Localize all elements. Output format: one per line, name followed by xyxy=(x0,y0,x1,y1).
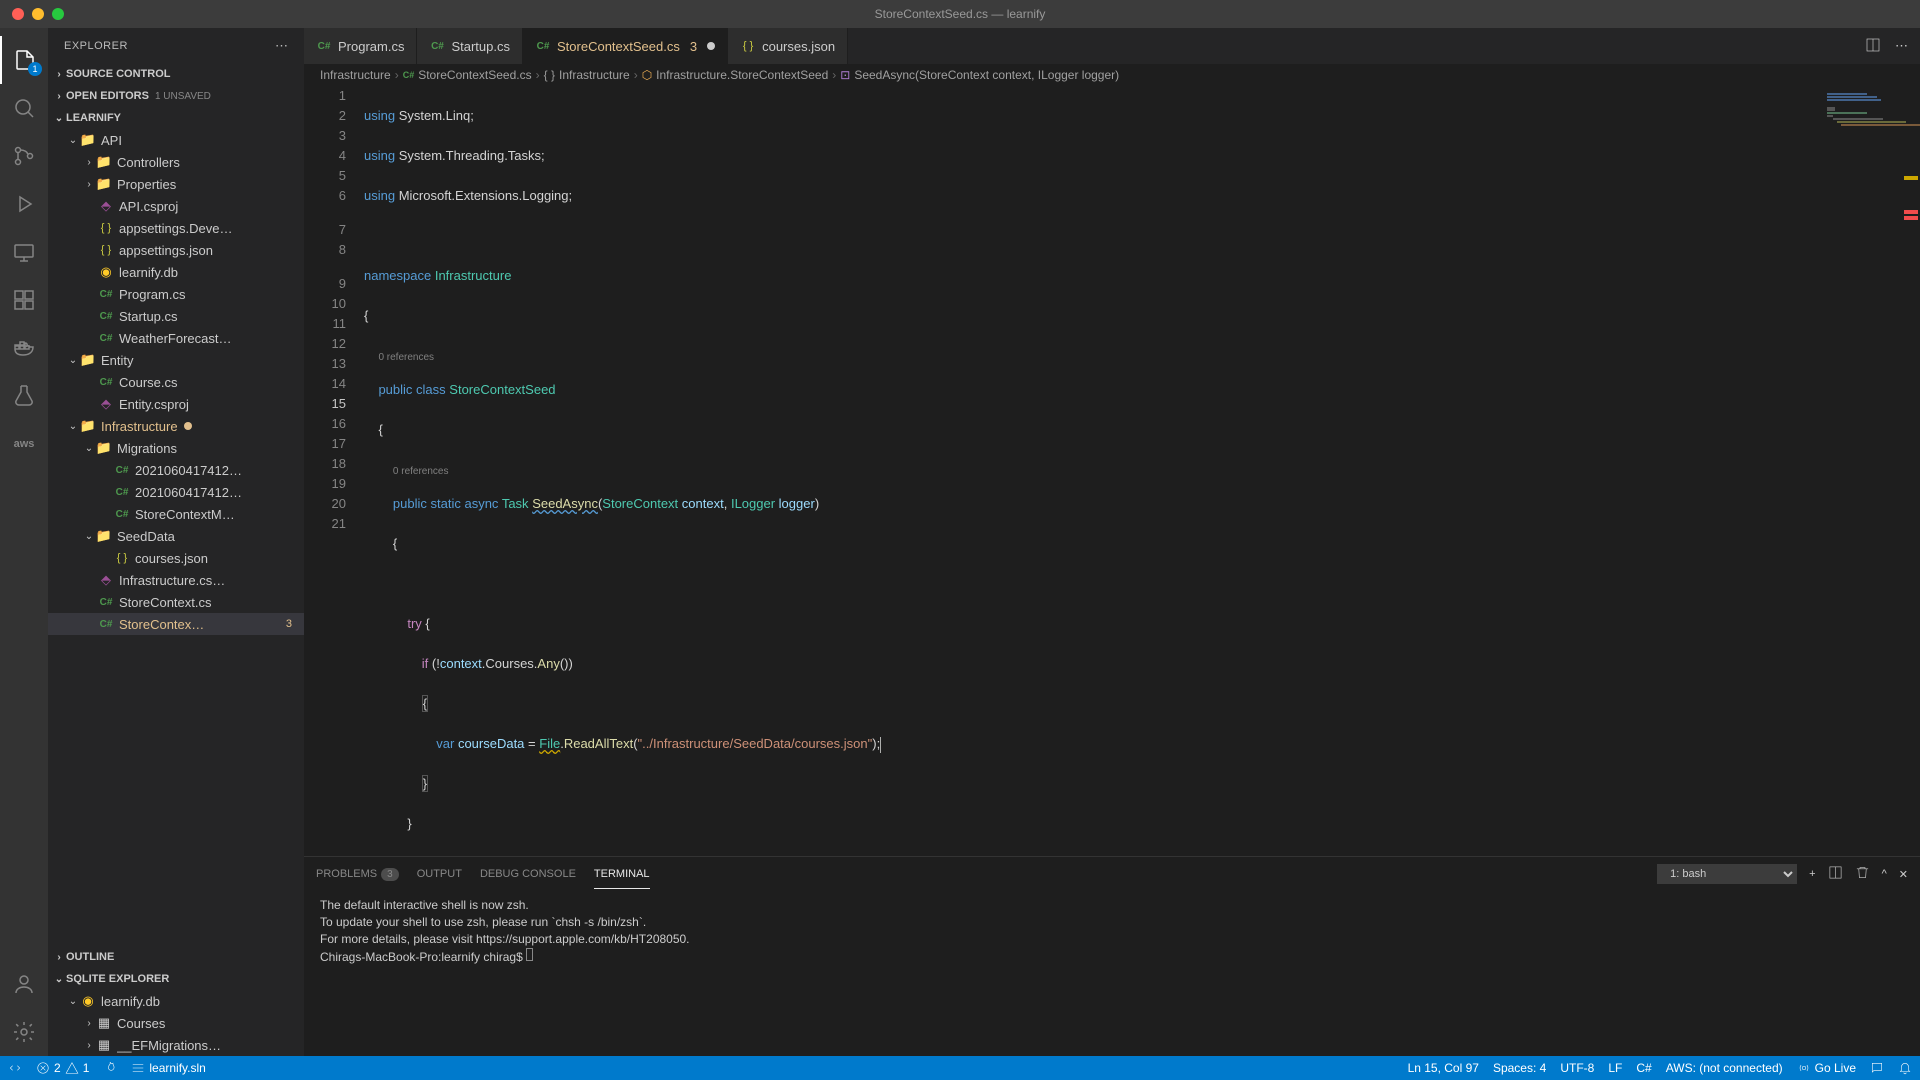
file-learnify-db[interactable]: ◉learnify.db xyxy=(48,261,304,283)
file-weather[interactable]: C#WeatherForecast… xyxy=(48,327,304,349)
db-efmigrations[interactable]: ›▦__EFMigrations… xyxy=(48,1034,304,1056)
panel-tab-terminal[interactable]: TERMINAL xyxy=(594,860,650,889)
split-editor-icon[interactable] xyxy=(1865,37,1881,56)
sidebar-title: EXPLORER xyxy=(64,40,275,52)
explorer-badge: 1 xyxy=(28,62,42,76)
flame-status[interactable] xyxy=(103,1061,117,1075)
window-maximize[interactable] xyxy=(52,8,64,20)
new-terminal-icon[interactable]: + xyxy=(1809,868,1815,880)
tab-program[interactable]: C#Program.cs xyxy=(304,28,417,64)
bc-namespace: { }Infrastructure xyxy=(544,68,630,82)
section-sqlite[interactable]: ⌄SQLITE EXPLORER xyxy=(48,968,304,990)
file-storecontextseed[interactable]: C#StoreContex…3 xyxy=(48,613,304,635)
tab-startup[interactable]: C#Startup.cs xyxy=(417,28,523,64)
sln-status[interactable]: learnify.sln xyxy=(131,1061,205,1075)
remote-indicator[interactable] xyxy=(8,1061,22,1075)
file-migration-1[interactable]: C#2021060417412… xyxy=(48,459,304,481)
settings-gear-icon[interactable] xyxy=(0,1008,48,1056)
folder-migrations[interactable]: ⌄📁Migrations xyxy=(48,437,304,459)
bc-class: ⬡Infrastructure.StoreContextSeed xyxy=(642,68,829,82)
tab-storecontextseed[interactable]: C#StoreContextSeed.cs3 xyxy=(523,28,728,64)
sidebar: EXPLORER ⋯ ›SOURCE CONTROL ›OPEN EDITORS… xyxy=(48,28,304,1056)
bell-icon[interactable] xyxy=(1898,1061,1912,1075)
problems-status[interactable]: 21 xyxy=(36,1061,89,1075)
file-startup-cs[interactable]: C#Startup.cs xyxy=(48,305,304,327)
code-content[interactable]: using System.Linq; using System.Threadin… xyxy=(364,86,1920,856)
section-outline[interactable]: ›OUTLINE xyxy=(48,946,304,968)
statusbar: 21 learnify.sln Ln 15, Col 97 Spaces: 4 … xyxy=(0,1056,1920,1080)
encoding-status[interactable]: UTF-8 xyxy=(1560,1061,1594,1075)
file-api-csproj[interactable]: ⬘API.csproj xyxy=(48,195,304,217)
maximize-panel-icon[interactable]: ^ xyxy=(1882,868,1887,880)
panel: PROBLEMS3 OUTPUT DEBUG CONSOLE TERMINAL … xyxy=(304,856,1920,1056)
eol-status[interactable]: LF xyxy=(1608,1061,1622,1075)
bc-method: ⊡SeedAsync(StoreContext context, ILogger… xyxy=(840,68,1119,82)
folder-properties[interactable]: ›📁Properties xyxy=(48,173,304,195)
panel-tab-output[interactable]: OUTPUT xyxy=(417,860,462,888)
breadcrumbs[interactable]: Infrastructure› C#StoreContextSeed.cs› {… xyxy=(304,64,1920,86)
file-infra-csproj[interactable]: ⬘Infrastructure.cs… xyxy=(48,569,304,591)
window-close[interactable] xyxy=(12,8,24,20)
folder-controllers[interactable]: ›📁Controllers xyxy=(48,151,304,173)
testing-icon[interactable] xyxy=(0,372,48,420)
panel-tab-problems[interactable]: PROBLEMS3 xyxy=(316,860,399,888)
docker-icon[interactable] xyxy=(0,324,48,372)
folder-infrastructure[interactable]: ⌄📁Infrastructure xyxy=(48,415,304,437)
explorer-icon[interactable]: 1 xyxy=(0,36,48,84)
panel-tab-debug[interactable]: DEBUG CONSOLE xyxy=(480,860,576,888)
kill-terminal-icon[interactable] xyxy=(1855,865,1870,883)
remote-icon[interactable] xyxy=(0,228,48,276)
folder-entity[interactable]: ⌄📁Entity xyxy=(48,349,304,371)
file-migration-2[interactable]: C#2021060417412… xyxy=(48,481,304,503)
feedback-icon[interactable] xyxy=(1870,1061,1884,1075)
window-minimize[interactable] xyxy=(32,8,44,20)
modified-dot-icon xyxy=(707,42,715,50)
line-gutter: 123456 78 9101112131415161718192021 xyxy=(304,86,364,856)
search-icon[interactable] xyxy=(0,84,48,132)
close-panel-icon[interactable]: ✕ xyxy=(1899,868,1908,881)
file-courses-json[interactable]: { }courses.json xyxy=(48,547,304,569)
bc-file: C#StoreContextSeed.cs xyxy=(403,68,532,82)
activity-bar: 1 aws xyxy=(0,28,48,1056)
terminal-select[interactable]: 1: bash xyxy=(1657,864,1797,884)
file-entity-csproj[interactable]: ⬘Entity.csproj xyxy=(48,393,304,415)
indentation-status[interactable]: Spaces: 4 xyxy=(1493,1061,1546,1075)
go-live[interactable]: Go Live xyxy=(1797,1061,1856,1075)
aws-icon[interactable]: aws xyxy=(0,420,48,468)
bc-folder: Infrastructure xyxy=(320,68,391,82)
file-course-cs[interactable]: C#Course.cs xyxy=(48,371,304,393)
file-appsettings-dev[interactable]: { }appsettings.Deve… xyxy=(48,217,304,239)
tab-bar: C#Program.cs C#Startup.cs C#StoreContext… xyxy=(304,28,1920,64)
tab-courses-json[interactable]: { }courses.json xyxy=(728,28,848,64)
db-learnify[interactable]: ⌄◉learnify.db xyxy=(48,990,304,1012)
extensions-icon[interactable] xyxy=(0,276,48,324)
run-debug-icon[interactable] xyxy=(0,180,48,228)
terminal-body[interactable]: The default interactive shell is now zsh… xyxy=(304,891,1920,1056)
split-terminal-icon[interactable] xyxy=(1828,865,1843,883)
aws-status[interactable]: AWS: (not connected) xyxy=(1666,1061,1783,1075)
file-program-cs[interactable]: C#Program.cs xyxy=(48,283,304,305)
window-title: StoreContextSeed.cs — learnify xyxy=(875,7,1046,21)
db-courses[interactable]: ›▦Courses xyxy=(48,1012,304,1034)
source-control-icon[interactable] xyxy=(0,132,48,180)
folder-api[interactable]: ⌄📁API xyxy=(48,129,304,151)
file-appsettings[interactable]: { }appsettings.json xyxy=(48,239,304,261)
accounts-icon[interactable] xyxy=(0,960,48,1008)
titlebar: StoreContextSeed.cs — learnify xyxy=(0,0,1920,28)
section-source-control[interactable]: ›SOURCE CONTROL xyxy=(48,63,304,85)
sidebar-more-icon[interactable]: ⋯ xyxy=(275,38,288,54)
section-open-editors[interactable]: ›OPEN EDITORS1 UNSAVED xyxy=(48,85,304,107)
more-actions-icon[interactable]: ⋯ xyxy=(1895,38,1908,54)
minimap[interactable] xyxy=(1820,86,1920,856)
section-learnify[interactable]: ⌄LEARNIFY xyxy=(48,107,304,129)
cursor-position[interactable]: Ln 15, Col 97 xyxy=(1408,1061,1479,1075)
editor-area: C#Program.cs C#Startup.cs C#StoreContext… xyxy=(304,28,1920,1056)
folder-seeddata[interactable]: ⌄📁SeedData xyxy=(48,525,304,547)
code-editor[interactable]: 123456 78 9101112131415161718192021 usin… xyxy=(304,86,1920,856)
file-storecontext[interactable]: C#StoreContext.cs xyxy=(48,591,304,613)
file-storecontext-m[interactable]: C#StoreContextM… xyxy=(48,503,304,525)
language-status[interactable]: C# xyxy=(1636,1061,1651,1075)
